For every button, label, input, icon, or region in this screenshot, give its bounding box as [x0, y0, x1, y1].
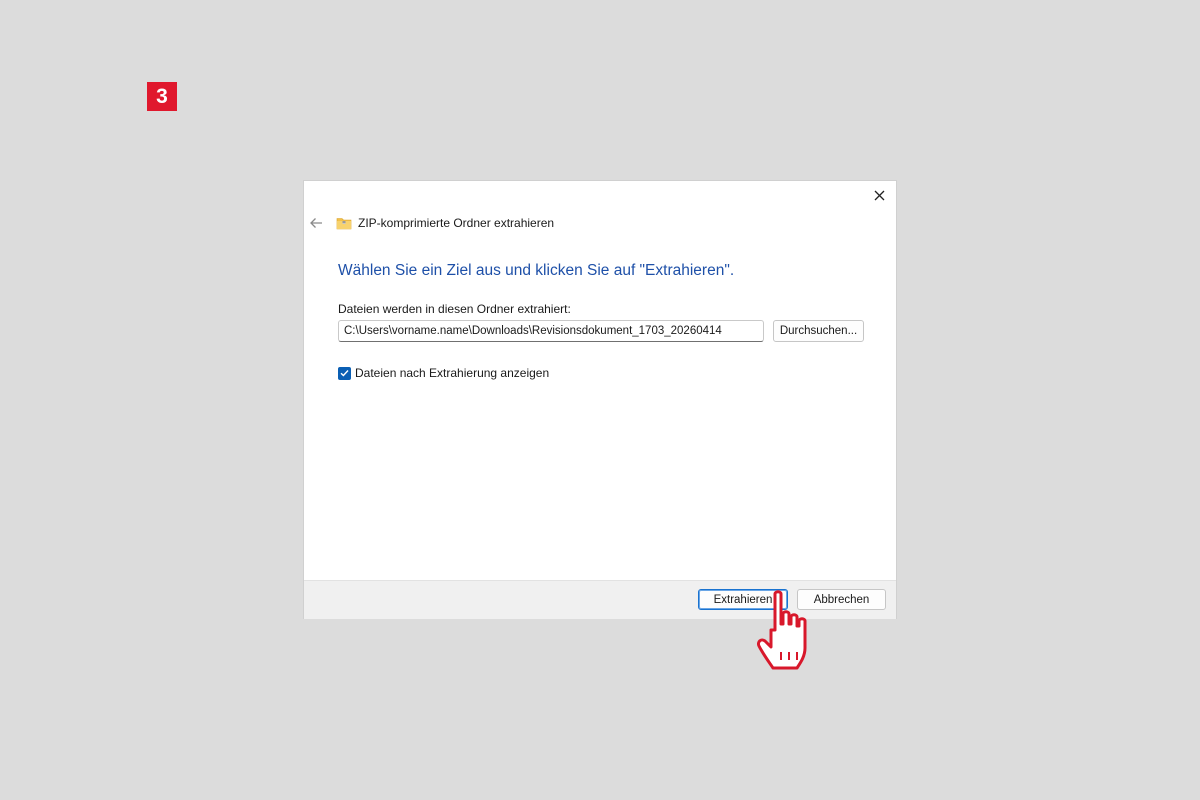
close-icon [874, 190, 884, 200]
hand-pointer-icon [757, 590, 807, 670]
instruction-heading: Wählen Sie ein Ziel aus und klicken Sie … [338, 262, 735, 279]
extract-dialog: ZIP-komprimierte Ordner extrahieren Wähl… [304, 181, 896, 619]
show-files-checkbox[interactable] [338, 366, 351, 380]
close-button[interactable] [868, 184, 890, 206]
dialog-title: ZIP-komprimierte Ordner extrahieren [358, 216, 555, 230]
browse-button[interactable]: Durchsuchen... [773, 320, 864, 342]
back-button[interactable] [306, 214, 326, 232]
zip-folder-icon [336, 218, 352, 230]
dialog-header: ZIP-komprimierte Ordner extrahieren [336, 214, 554, 232]
back-arrow-icon [310, 218, 322, 228]
show-files-label: Dateien nach Extrahierung anzeigen [355, 366, 550, 380]
checkmark-icon [340, 370, 349, 377]
show-files-option[interactable]: Dateien nach Extrahierung anzeigen [338, 366, 549, 380]
destination-label: Dateien werden in diesen Ordner extrahie… [338, 302, 571, 316]
destination-path-input[interactable] [338, 320, 764, 342]
step-badge: 3 [147, 82, 177, 111]
